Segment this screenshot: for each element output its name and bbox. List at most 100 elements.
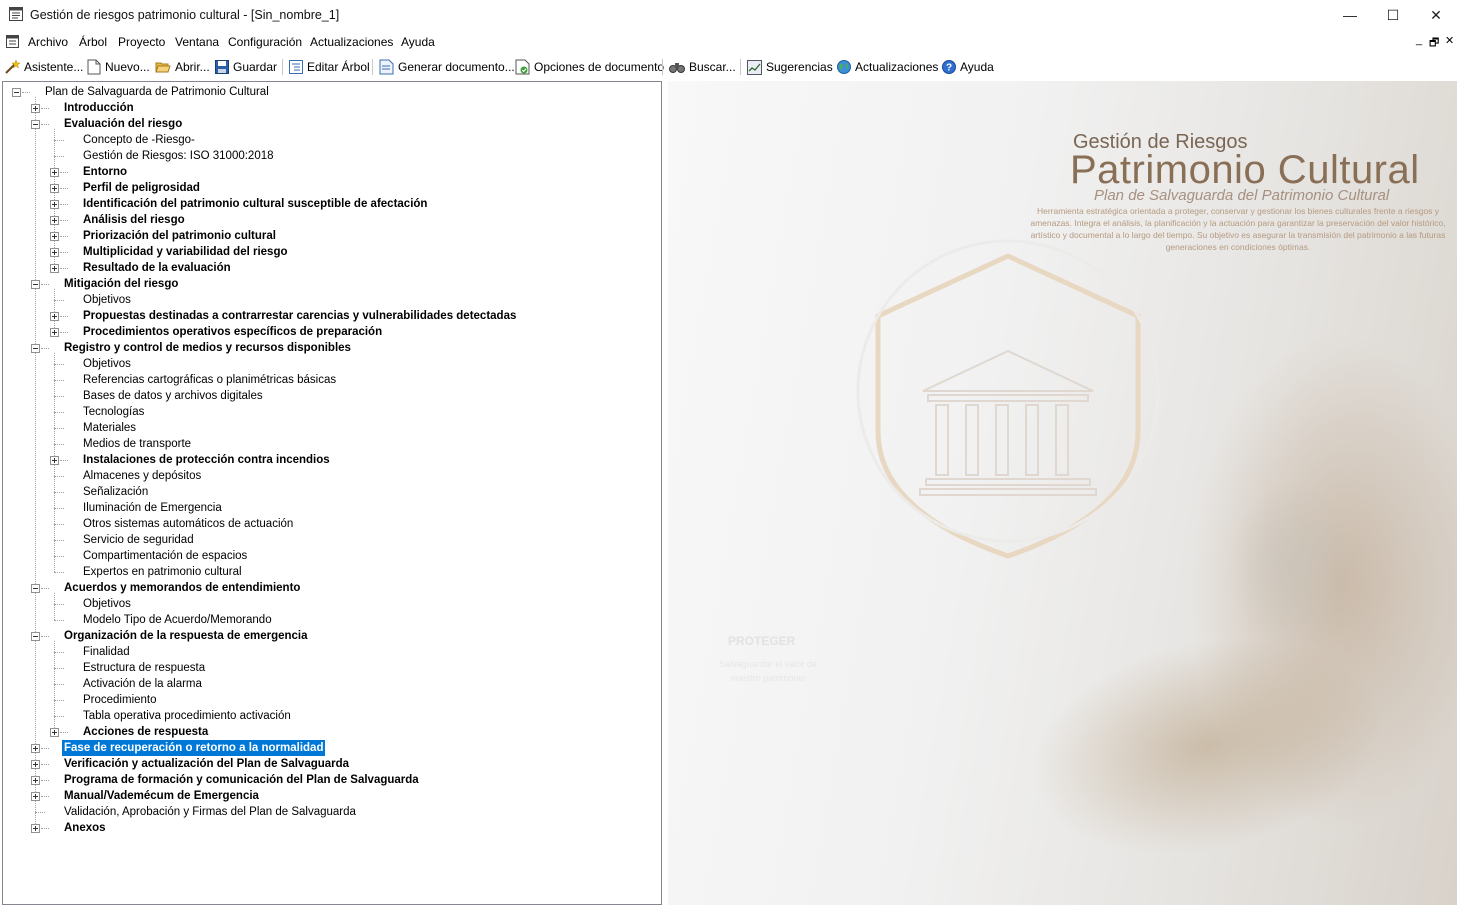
opciones-documento-button[interactable]: Opciones de documento [515, 58, 664, 76]
tree-node[interactable]: Acciones de respuesta [3, 724, 653, 740]
tree-node[interactable]: Organización de la respuesta de emergenc… [3, 628, 653, 644]
tree-connector [54, 556, 64, 557]
tree-node[interactable]: Análisis del riesgo [3, 212, 653, 228]
menu-ayuda[interactable]: Ayuda [401, 35, 435, 49]
menu-arbol[interactable]: Árbol [79, 35, 107, 49]
tree-node[interactable]: Medios de transporte [3, 436, 653, 452]
mdi-minimize-button[interactable]: _ [1416, 34, 1422, 46]
generar-documento-label: Generar documento... [398, 60, 515, 74]
tree-node[interactable]: Resultado de la evaluación [3, 260, 653, 276]
tree-node[interactable]: Finalidad [3, 644, 653, 660]
sugerencias-button[interactable]: Sugerencias [747, 58, 833, 76]
tree-node[interactable]: Tabla operativa procedimiento activación [3, 708, 653, 724]
close-button[interactable]: ✕ [1413, 0, 1457, 30]
expand-icon[interactable] [50, 728, 59, 737]
collapse-icon[interactable] [31, 584, 40, 593]
mdi-restore-button[interactable]: 🗗 [1429, 34, 1439, 53]
actualizaciones-button[interactable]: Actualizaciones [837, 58, 938, 76]
expand-icon[interactable] [50, 328, 59, 337]
document-tree[interactable]: Plan de Salvaguarda de Patrimonio Cultur… [2, 81, 662, 905]
tree-node-label: Procedimientos operativos específicos de… [83, 326, 383, 338]
tree-node[interactable]: Materiales [3, 420, 653, 436]
tree-connector [41, 636, 49, 637]
tree-node[interactable]: Procedimientos operativos específicos de… [3, 324, 653, 340]
expand-icon[interactable] [50, 216, 59, 225]
tree-node[interactable]: Instalaciones de protección contra incen… [3, 452, 653, 468]
tree-node[interactable]: Objetivos [3, 356, 653, 372]
tree-node[interactable]: Otros sistemas automáticos de actuación [3, 516, 653, 532]
tree-node[interactable]: Identificación del patrimonio cultural s… [3, 196, 653, 212]
expand-icon[interactable] [50, 264, 59, 273]
tree-node[interactable]: Tecnologías [3, 404, 653, 420]
generar-documento-button[interactable]: Generar documento... [379, 58, 515, 76]
tree-node[interactable]: Objetivos [3, 596, 653, 612]
collapse-icon[interactable] [31, 280, 40, 289]
tree-node[interactable]: Fase de recuperación o retorno a la norm… [3, 739, 653, 757]
tree-node[interactable]: Priorización del patrimonio cultural [3, 228, 653, 244]
tree-node[interactable]: Programa de formación y comunicación del… [3, 772, 653, 788]
tree-node[interactable]: Objetivos [3, 292, 653, 308]
tree-node[interactable]: Multiplicidad y variabilidad del riesgo [3, 244, 653, 260]
expand-icon[interactable] [50, 312, 59, 321]
asistente-button[interactable]: Asistente... [4, 58, 83, 76]
document-system-icon[interactable] [6, 35, 19, 48]
abrir-button[interactable]: Abrir... [155, 58, 210, 76]
tree-node[interactable]: Manual/Vademécum de Emergencia [3, 788, 653, 804]
tree-node[interactable]: Evaluación del riesgo [3, 116, 653, 132]
tree-node[interactable]: Expertos en patrimonio cultural [3, 564, 653, 580]
expand-icon[interactable] [31, 760, 40, 769]
tree-node[interactable]: Bases de datos y archivos digitales [3, 388, 653, 404]
tree-node[interactable]: Entorno [3, 164, 653, 180]
minimize-button[interactable]: — [1327, 0, 1373, 30]
tree-node[interactable]: Estructura de respuesta [3, 660, 653, 676]
menu-proyecto[interactable]: Proyecto [118, 35, 165, 49]
expand-icon[interactable] [31, 744, 40, 753]
expand-icon[interactable] [50, 456, 59, 465]
tree-node[interactable]: Activación de la alarma [3, 676, 653, 692]
maximize-button[interactable]: ☐ [1370, 0, 1416, 30]
expand-icon[interactable] [50, 184, 59, 193]
tree-node[interactable]: Referencias cartográficas o planimétrica… [3, 372, 653, 388]
tree-node[interactable]: Gestión de Riesgos: ISO 31000:2018 [3, 148, 653, 164]
tree-node[interactable]: Anexos [3, 820, 653, 836]
buscar-button[interactable]: Buscar... [669, 58, 736, 76]
tree-node[interactable]: Modelo Tipo de Acuerdo/Memorando [3, 612, 653, 628]
tree-node[interactable]: Compartimentación de espacios [3, 548, 653, 564]
collapse-icon[interactable] [31, 344, 40, 353]
tree-node[interactable]: Concepto de -Riesgo- [3, 132, 653, 148]
menu-ventana[interactable]: Ventana [175, 35, 219, 49]
tree-node[interactable]: Servicio de seguridad [3, 532, 653, 548]
tree-node[interactable]: Verificación y actualización del Plan de… [3, 756, 653, 772]
expand-icon[interactable] [50, 232, 59, 241]
tree-node[interactable]: Introducción [3, 100, 653, 116]
expand-icon[interactable] [50, 168, 59, 177]
expand-icon[interactable] [50, 200, 59, 209]
menu-archivo[interactable]: Archivo [28, 35, 68, 49]
tree-node[interactable]: Validación, Aprobación y Firmas del Plan… [3, 804, 653, 820]
menu-actualizaciones[interactable]: Actualizaciones [310, 35, 393, 49]
nuevo-button[interactable]: Nuevo... [87, 58, 150, 76]
tree-node[interactable]: Plan de Salvaguarda de Patrimonio Cultur… [3, 84, 653, 100]
tree-node[interactable]: Procedimiento [3, 692, 653, 708]
collapse-icon[interactable] [12, 88, 21, 97]
tree-node[interactable]: Señalización [3, 484, 653, 500]
editar-arbol-button[interactable]: Editar Árbol [289, 58, 370, 76]
tree-node[interactable]: Acuerdos y memorandos de entendimiento [3, 580, 653, 596]
tree-node[interactable]: Propuestas destinadas a contrarrestar ca… [3, 308, 653, 324]
collapse-icon[interactable] [31, 120, 40, 129]
expand-icon[interactable] [31, 776, 40, 785]
tree-node[interactable]: Almacenes y depósitos [3, 468, 653, 484]
tree-node[interactable]: Mitigación del riesgo [3, 276, 653, 292]
ayuda-button[interactable]: ? Ayuda [942, 58, 994, 76]
tree-node[interactable]: Iluminación de Emergencia [3, 500, 653, 516]
mdi-close-button[interactable]: ✕ [1445, 34, 1454, 47]
guardar-button[interactable]: Guardar [215, 58, 277, 76]
tree-node[interactable]: Perfil de peligrosidad [3, 180, 653, 196]
tree-node[interactable]: Registro y control de medios y recursos … [3, 340, 653, 356]
expand-icon[interactable] [31, 792, 40, 801]
expand-icon[interactable] [31, 824, 40, 833]
expand-icon[interactable] [31, 104, 40, 113]
menu-configuracion[interactable]: Configuración [228, 35, 302, 49]
expand-icon[interactable] [50, 248, 59, 257]
collapse-icon[interactable] [31, 632, 40, 641]
